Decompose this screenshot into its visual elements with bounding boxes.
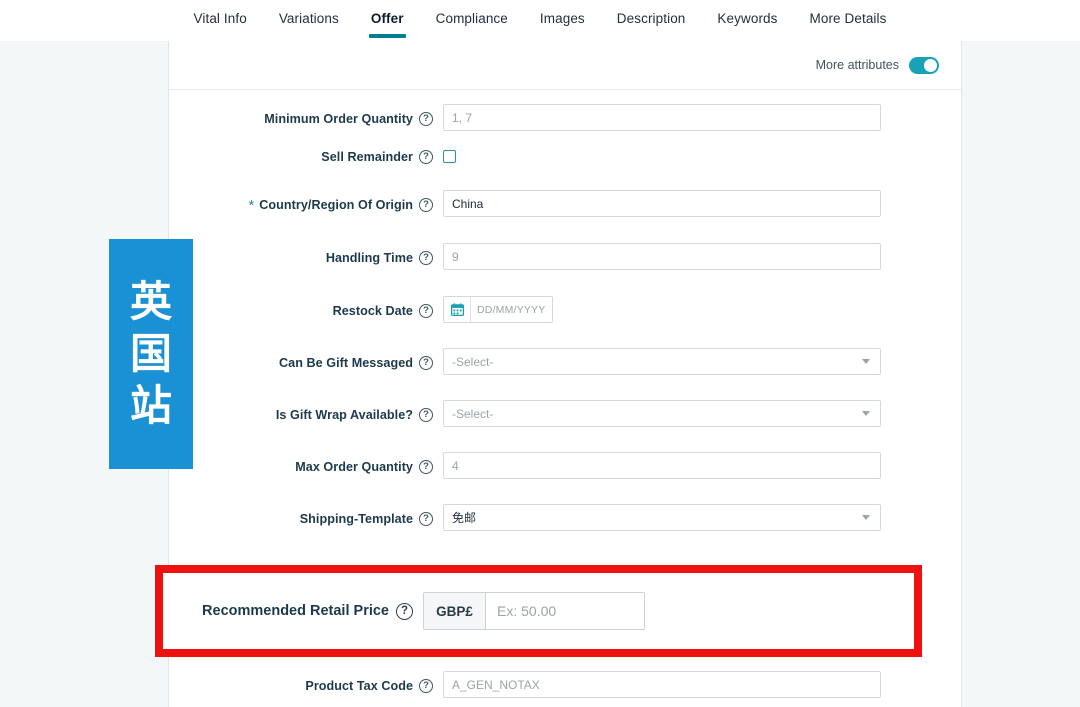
tab-more-details[interactable]: More Details (794, 0, 903, 38)
label-handling-time: Handling Time ? (169, 243, 443, 273)
select-value: -Select- (452, 406, 494, 421)
row-max-order-quantity: Max Order Quantity ? 4 (169, 452, 961, 504)
recommended-retail-price-highlight: Recommended Retail Price ? GBP£ Ex: 50.0… (155, 565, 922, 657)
row-product-tax-code: Product Tax Code ? A_GEN_NOTAX (169, 671, 961, 707)
handling-time-input[interactable]: 9 (443, 243, 881, 270)
badge-char-1: 英 (129, 277, 172, 326)
label-text: Can Be Gift Messaged (279, 356, 413, 370)
label-country-region-of-origin: * Country/Region Of Origin ? (169, 190, 443, 220)
tab-compliance[interactable]: Compliance (420, 0, 524, 38)
label-can-be-gift-messaged: Can Be Gift Messaged ? (169, 348, 443, 378)
field-handling-time: 9 (443, 243, 961, 270)
help-icon[interactable]: ? (419, 112, 433, 126)
label-restock-date: Restock Date ? (169, 296, 443, 326)
label-product-tax-code: Product Tax Code ? (169, 671, 443, 701)
label-minimum-order-quantity: Minimum Order Quantity ? (169, 104, 443, 134)
tab-variations[interactable]: Variations (263, 0, 355, 38)
label-text: Max Order Quantity (295, 460, 413, 474)
recommended-retail-price-input[interactable]: Ex: 50.00 (486, 593, 644, 629)
chevron-down-icon (862, 515, 870, 520)
help-icon[interactable]: ? (419, 304, 433, 318)
help-icon[interactable]: ? (419, 460, 433, 474)
field-shipping-template: 免邮 (443, 504, 961, 531)
field-can-be-gift-messaged: -Select- (443, 348, 961, 375)
card-header: More attributes (169, 41, 961, 90)
field-restock-date: DD/MM/YYYY (443, 296, 961, 323)
label-text: Product Tax Code (305, 679, 413, 693)
label-text: Sell Remainder (321, 150, 413, 164)
select-value: 免邮 (452, 511, 477, 525)
max-order-quantity-input[interactable]: 4 (443, 452, 881, 479)
more-attributes-label: More attributes (815, 58, 899, 72)
help-icon[interactable]: ? (419, 150, 433, 164)
row-restock-date: Restock Date ? DD/MM/YYYY (169, 296, 961, 348)
label-shipping-template: Shipping-Template ? (169, 504, 443, 534)
chevron-down-icon (862, 411, 870, 416)
restock-date-placeholder[interactable]: DD/MM/YYYY (471, 297, 552, 322)
can-be-gift-messaged-select[interactable]: -Select- (443, 348, 881, 375)
chevron-down-icon (862, 359, 870, 364)
label-text: Handling Time (325, 251, 413, 265)
tab-images[interactable]: Images (524, 0, 601, 38)
field-country-region-of-origin: China (443, 190, 961, 217)
label-text: Recommended Retail Price (202, 603, 389, 619)
tab-keywords[interactable]: Keywords (701, 0, 793, 38)
is-gift-wrap-available-select[interactable]: -Select- (443, 400, 881, 427)
help-icon[interactable]: ? (419, 356, 433, 370)
help-icon[interactable]: ? (419, 679, 433, 693)
row-handling-time: Handling Time ? 9 (169, 243, 961, 296)
uk-site-badge: 英 国 站 (109, 239, 193, 469)
select-value: -Select- (452, 354, 494, 369)
field-product-tax-code: A_GEN_NOTAX (443, 671, 961, 698)
row-country-region-of-origin: * Country/Region Of Origin ? China (169, 190, 961, 243)
tab-description[interactable]: Description (601, 0, 702, 38)
label-sell-remainder: Sell Remainder ? (169, 142, 443, 172)
field-is-gift-wrap-available: -Select- (443, 400, 961, 427)
help-icon[interactable]: ? (419, 251, 433, 265)
restock-date-input-group[interactable]: DD/MM/YYYY (443, 296, 553, 323)
label-text: Restock Date (332, 304, 413, 318)
field-sell-remainder (443, 142, 961, 163)
recommended-retail-price-input-group[interactable]: GBP£ Ex: 50.00 (423, 592, 645, 630)
badge-char-3: 站 (129, 381, 172, 430)
label-text: Country/Region Of Origin (259, 198, 413, 212)
badge-char-2: 国 (129, 329, 172, 378)
currency-prefix: GBP£ (424, 593, 486, 629)
sell-remainder-checkbox[interactable] (443, 150, 456, 163)
help-icon[interactable]: ? (396, 602, 413, 620)
page-root: Vital Info Variations Offer Compliance I… (0, 0, 1080, 707)
label-is-gift-wrap-available: Is Gift Wrap Available? ? (169, 400, 443, 430)
row-shipping-template: Shipping-Template ? 免邮 (169, 504, 961, 556)
help-icon[interactable]: ? (419, 198, 433, 212)
label-recommended-retail-price: Recommended Retail Price ? (163, 602, 423, 620)
tab-vital-info[interactable]: Vital Info (178, 0, 263, 38)
product-tax-code-input[interactable]: A_GEN_NOTAX (443, 671, 881, 698)
field-minimum-order-quantity: 1, 7 (443, 104, 961, 131)
calendar-icon[interactable] (444, 297, 471, 322)
tab-offer[interactable]: Offer (355, 0, 420, 38)
field-max-order-quantity: 4 (443, 452, 961, 479)
country-region-of-origin-input[interactable]: China (443, 190, 881, 217)
help-icon[interactable]: ? (419, 512, 433, 526)
row-sell-remainder: Sell Remainder ? (169, 142, 961, 190)
label-text: Is Gift Wrap Available? (275, 408, 413, 422)
minimum-order-quantity-input[interactable]: 1, 7 (443, 104, 881, 131)
label-text: Shipping-Template (299, 512, 413, 526)
help-icon[interactable]: ? (419, 408, 433, 422)
more-attributes-toggle[interactable] (909, 56, 939, 74)
label-max-order-quantity: Max Order Quantity ? (169, 452, 443, 482)
row-can-be-gift-messaged: Can Be Gift Messaged ? -Select- (169, 348, 961, 400)
shipping-template-select[interactable]: 免邮 (443, 504, 881, 531)
row-minimum-order-quantity: Minimum Order Quantity ? 1, 7 (169, 90, 961, 142)
toggle-knob (924, 58, 937, 72)
row-is-gift-wrap-available: Is Gift Wrap Available? ? -Select- (169, 400, 961, 452)
product-tab-bar: Vital Info Variations Offer Compliance I… (0, 0, 1080, 41)
label-text: Minimum Order Quantity (264, 112, 413, 126)
field-recommended-retail-price: GBP£ Ex: 50.00 (423, 592, 645, 630)
required-asterisk: * (248, 196, 255, 214)
